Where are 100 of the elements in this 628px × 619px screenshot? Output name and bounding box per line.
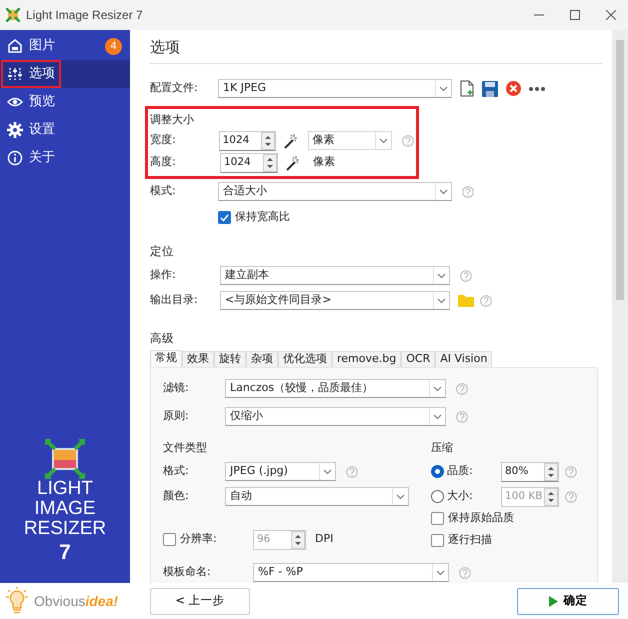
tab[interactable]: AI Vision: [435, 350, 492, 366]
unit-dropdown[interactable]: 像素: [308, 131, 392, 150]
checkbox[interactable]: [163, 533, 176, 546]
close-icon[interactable]: [606, 10, 616, 20]
field-label: 操作:: [150, 267, 177, 284]
info-icon: [7, 150, 23, 166]
sidebar-item[interactable]: 关于: [0, 144, 130, 172]
section-title: 高级: [150, 330, 175, 346]
help-icon: [480, 294, 492, 306]
chevron-icon: [439, 86, 448, 92]
chevron-icon: [437, 272, 446, 278]
section-title: 压缩: [431, 440, 454, 456]
sidebar-item[interactable]: 图片 4: [0, 32, 130, 60]
height-spin-field[interactable]: 1024: [220, 152, 278, 172]
tab[interactable]: remove.bg: [332, 350, 402, 366]
spin-arrows-icon[interactable]: [544, 462, 558, 480]
field-label: 配置文件:: [150, 80, 199, 96]
width-spin-field[interactable]: 1024: [218, 130, 276, 150]
sidebar-item[interactable]: 预览: [0, 88, 130, 116]
chevron-icon: [396, 494, 405, 500]
quality-spin-field[interactable]: 80%: [501, 462, 559, 482]
window-title: Light Image Resizer 7: [26, 7, 143, 24]
section-title: 定位: [150, 242, 175, 260]
output-folder-dropdown[interactable]: <与原始文件同目录>: [220, 291, 450, 310]
save-icon[interactable]: [482, 80, 498, 96]
chevron-icon: [323, 468, 332, 474]
color-dropdown[interactable]: 自动: [225, 487, 409, 506]
sliders-icon: [7, 66, 23, 82]
field-label: 高度:: [150, 154, 177, 170]
operation-dropdown[interactable]: 建立副本: [220, 266, 450, 285]
help-icon: [456, 382, 468, 394]
help-icon: [460, 270, 472, 282]
count-badge: 4: [105, 38, 122, 55]
spin-arrows-icon[interactable]: [544, 488, 558, 506]
checkbox[interactable]: [431, 512, 444, 525]
tab[interactable]: 常规: [150, 350, 182, 366]
radio-button[interactable]: [431, 465, 444, 478]
logo-text: RESIZER: [24, 519, 106, 539]
section-title: 文件类型: [163, 440, 208, 456]
more-icon[interactable]: [529, 86, 545, 90]
field-label: 原则:: [163, 408, 190, 424]
profile-dropdown[interactable]: 1K JPEG: [218, 79, 452, 98]
tab[interactable]: 效果: [182, 350, 214, 366]
app-icon: [6, 8, 20, 22]
field-label: 模式:: [150, 183, 177, 200]
scrollbar-thumb[interactable]: [616, 40, 624, 300]
filter-dropdown[interactable]: Lanczos（较慢，品质最佳）: [225, 379, 446, 398]
check-icon: [220, 214, 229, 222]
highlight-frame: 选项: [3, 62, 59, 86]
magic-wand-icon[interactable]: [282, 132, 298, 148]
mode-dropdown[interactable]: 合适大小: [218, 182, 452, 201]
maximize-icon[interactable]: [570, 10, 580, 20]
new-file-icon[interactable]: [460, 80, 474, 97]
tab[interactable]: 优化选项: [278, 350, 332, 366]
checkbox[interactable]: [218, 211, 231, 224]
field-label: 格式:: [163, 463, 190, 480]
help-icon: [565, 490, 577, 502]
home-icon: [7, 38, 23, 54]
logo-drawing: [45, 439, 85, 479]
radio-button[interactable]: [431, 490, 444, 503]
chevron-icon: [433, 414, 442, 420]
field-label: 宽度:: [150, 132, 177, 148]
help-icon: [402, 134, 414, 146]
chevron-icon: [437, 298, 446, 304]
tab[interactable]: OCR: [401, 350, 436, 366]
sidebar-item[interactable]: 选项: [0, 60, 130, 88]
chevron-icon: [439, 188, 448, 194]
delete-icon[interactable]: [506, 81, 521, 96]
back-button[interactable]: < 上一步: [150, 588, 250, 614]
tab[interactable]: 杂项: [246, 350, 278, 366]
sidebar-item[interactable]: 设置: [0, 116, 130, 144]
scrollbar[interactable]: [612, 30, 628, 583]
naming-template-dropdown[interactable]: %F - %P: [253, 563, 449, 582]
spin-arrows-icon[interactable]: [291, 530, 305, 548]
tab[interactable]: 旋转: [214, 350, 246, 366]
field-label: 输出目录:: [150, 292, 199, 308]
checkbox-label: 保持宽高比: [235, 209, 290, 226]
help-icon: [565, 466, 577, 478]
unit-label: DPI: [315, 531, 334, 548]
field-label: 滤镜:: [163, 380, 190, 396]
chevron-icon: [433, 386, 442, 392]
field-label: 大小:: [447, 488, 474, 504]
checkbox-label: 逐行扫描: [448, 532, 492, 548]
checkbox[interactable]: [431, 534, 444, 547]
ok-button[interactable]: 确定: [517, 588, 619, 614]
checkbox-label: 分辨率:: [180, 531, 218, 548]
chevron-icon: [436, 570, 445, 576]
field-label: 品质:: [447, 463, 474, 480]
format-dropdown[interactable]: JPEG (.jpg): [225, 462, 336, 481]
section-title: 调整大小: [150, 112, 195, 128]
checkbox-label: 保持原始品质: [448, 510, 514, 526]
help-icon: [459, 566, 471, 578]
magic-wand-icon[interactable]: [284, 154, 300, 170]
spin-arrows-icon[interactable]: [260, 132, 275, 150]
logo-text: LIGHT: [37, 479, 93, 499]
spin-arrows-icon[interactable]: [263, 154, 277, 172]
brand-logo-text: Obviousidea!: [34, 592, 118, 610]
field-label: 颜色:: [163, 488, 190, 504]
rule-dropdown[interactable]: 仅缩小: [225, 407, 446, 426]
unit-label: 像素: [312, 154, 335, 170]
